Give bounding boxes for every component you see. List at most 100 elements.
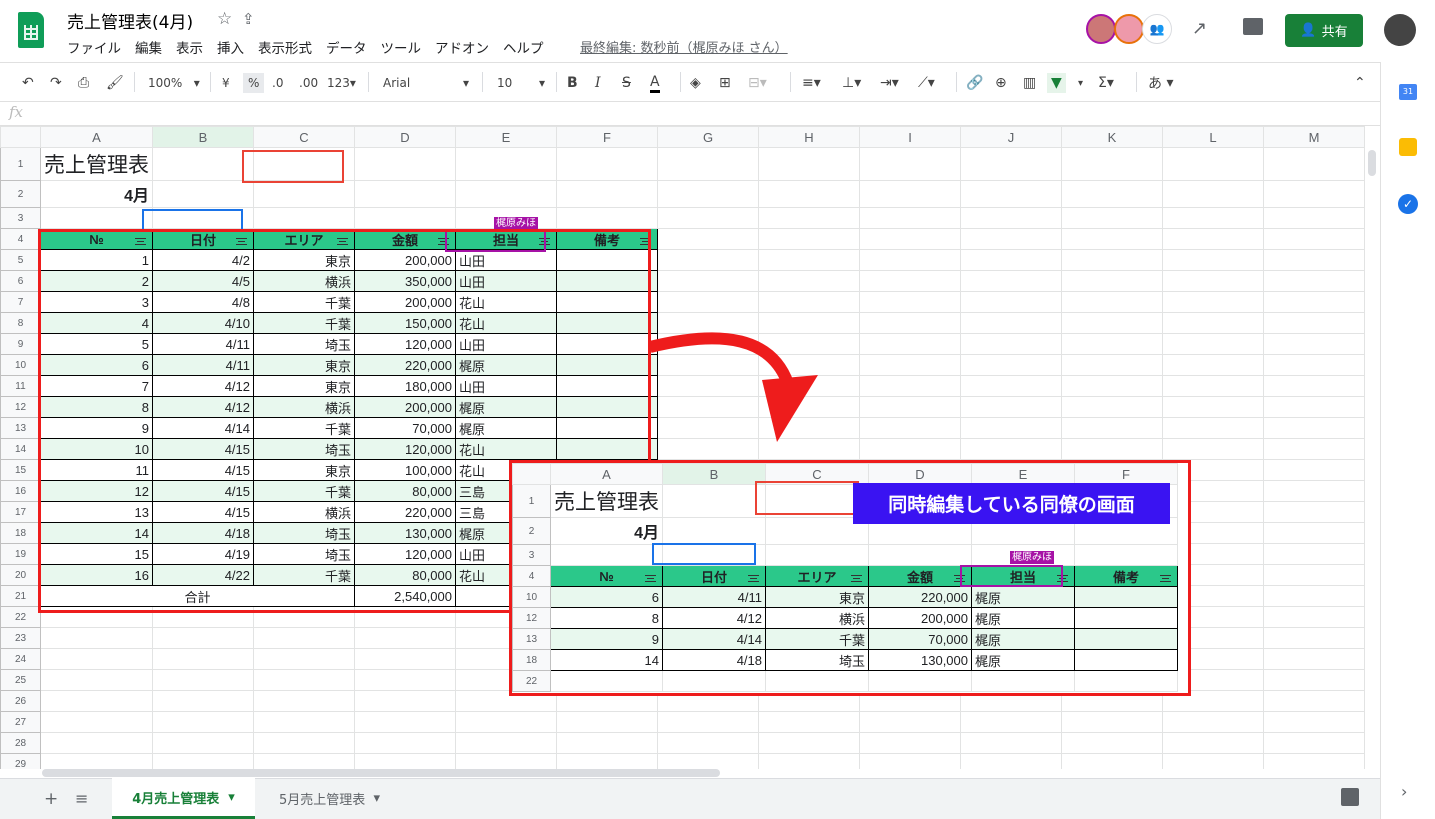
cell[interactable] bbox=[960, 249, 1062, 271]
cell[interactable] bbox=[960, 438, 1062, 460]
cell[interactable] bbox=[253, 753, 355, 769]
cell[interactable] bbox=[758, 207, 860, 229]
undo-icon[interactable]: ↶ bbox=[22, 73, 34, 93]
column-header[interactable]: E bbox=[455, 126, 557, 148]
cell[interactable] bbox=[1263, 711, 1365, 733]
document-title[interactable]: 売上管理表(4月) bbox=[67, 8, 193, 33]
row-header[interactable]: 19 bbox=[0, 543, 41, 565]
filter-icon[interactable]: ▼ bbox=[1047, 73, 1066, 93]
cell[interactable] bbox=[1263, 606, 1365, 628]
row-header[interactable]: 10 bbox=[0, 354, 41, 376]
menu-item[interactable]: ヘルプ bbox=[503, 37, 544, 57]
cell[interactable] bbox=[859, 249, 961, 271]
cell[interactable] bbox=[859, 396, 961, 418]
text-wrap-icon[interactable]: ⇥▾ bbox=[880, 73, 899, 93]
cell[interactable] bbox=[1162, 228, 1264, 250]
row-header[interactable]: 9 bbox=[0, 333, 41, 355]
cell[interactable] bbox=[1263, 180, 1365, 208]
cell[interactable] bbox=[1263, 669, 1365, 691]
cell[interactable] bbox=[657, 249, 759, 271]
vertical-scrollbar[interactable] bbox=[1368, 150, 1376, 176]
cell[interactable] bbox=[354, 669, 456, 691]
cell[interactable] bbox=[1061, 354, 1163, 376]
cell[interactable] bbox=[253, 690, 355, 712]
cell[interactable] bbox=[859, 291, 961, 313]
borders-icon[interactable]: ⊞ bbox=[719, 73, 731, 93]
column-header[interactable]: F bbox=[556, 126, 658, 148]
cell[interactable] bbox=[1061, 375, 1163, 397]
menu-item[interactable]: データ bbox=[326, 37, 367, 57]
cell[interactable] bbox=[253, 711, 355, 733]
cell[interactable] bbox=[1162, 333, 1264, 355]
last-edit-link[interactable]: 最終編集: 数秒前（梶原みほ さん） bbox=[580, 37, 788, 56]
account-avatar[interactable] bbox=[1384, 14, 1416, 46]
cell[interactable] bbox=[1263, 564, 1365, 586]
star-icon[interactable]: ☆ bbox=[217, 9, 232, 29]
cell[interactable] bbox=[1263, 417, 1365, 439]
cell[interactable] bbox=[657, 732, 759, 754]
cell[interactable] bbox=[1162, 207, 1264, 229]
row-header[interactable]: 15 bbox=[0, 459, 41, 481]
cell[interactable] bbox=[152, 180, 254, 208]
row-header[interactable]: 1 bbox=[0, 147, 41, 181]
cell[interactable] bbox=[354, 180, 456, 208]
cell[interactable] bbox=[1061, 228, 1163, 250]
cell[interactable] bbox=[40, 732, 153, 754]
move-to-drive-icon[interactable]: ⇪ bbox=[242, 10, 255, 28]
row-header[interactable]: 8 bbox=[0, 312, 41, 334]
cell[interactable] bbox=[960, 180, 1062, 208]
cell[interactable] bbox=[657, 207, 759, 229]
row-header[interactable]: 7 bbox=[0, 291, 41, 313]
cell[interactable] bbox=[354, 732, 456, 754]
cell[interactable] bbox=[960, 417, 1062, 439]
cell[interactable] bbox=[152, 732, 254, 754]
cell[interactable] bbox=[253, 732, 355, 754]
cell[interactable] bbox=[253, 207, 355, 229]
keep-icon[interactable] bbox=[1399, 138, 1417, 156]
comment-history-icon[interactable] bbox=[1243, 18, 1263, 35]
cell[interactable] bbox=[960, 291, 1062, 313]
column-header[interactable]: D bbox=[354, 126, 456, 148]
cell[interactable] bbox=[1162, 711, 1264, 733]
cell[interactable] bbox=[556, 180, 658, 208]
cell[interactable] bbox=[859, 711, 961, 733]
insert-link-icon[interactable]: 🔗 bbox=[966, 73, 983, 93]
cell[interactable] bbox=[1263, 249, 1365, 271]
column-header[interactable]: L bbox=[1162, 126, 1264, 148]
cell[interactable] bbox=[1263, 207, 1365, 229]
cell[interactable] bbox=[253, 627, 355, 649]
row-header[interactable]: 11 bbox=[0, 375, 41, 397]
row-header[interactable]: 4 bbox=[0, 228, 41, 250]
cell[interactable] bbox=[253, 648, 355, 670]
anonymous-viewers-icon[interactable]: 👥 bbox=[1142, 14, 1172, 44]
row-header[interactable]: 14 bbox=[0, 438, 41, 460]
cell[interactable] bbox=[152, 690, 254, 712]
row-header[interactable]: 29 bbox=[0, 753, 41, 769]
cell[interactable] bbox=[556, 207, 658, 229]
zoom-select[interactable]: 100% ▾ bbox=[148, 73, 200, 93]
cell[interactable] bbox=[1263, 501, 1365, 523]
cell[interactable] bbox=[657, 711, 759, 733]
cell[interactable] bbox=[758, 249, 860, 271]
row-header[interactable]: 25 bbox=[0, 669, 41, 691]
redo-icon[interactable]: ↷ bbox=[50, 73, 62, 93]
cell[interactable] bbox=[758, 147, 860, 181]
font-select[interactable]: Arial ▾ bbox=[383, 73, 469, 93]
cell[interactable] bbox=[455, 180, 557, 208]
cell[interactable] bbox=[960, 312, 1062, 334]
cell[interactable] bbox=[1162, 249, 1264, 271]
cell[interactable] bbox=[859, 147, 961, 181]
cell[interactable] bbox=[1061, 312, 1163, 334]
cell[interactable] bbox=[1061, 711, 1163, 733]
row-header[interactable]: 22 bbox=[0, 606, 41, 628]
cell[interactable] bbox=[657, 180, 759, 208]
column-header[interactable]: M bbox=[1263, 126, 1365, 148]
cell[interactable] bbox=[1162, 732, 1264, 754]
font-size-select[interactable]: 10 ▾ bbox=[497, 73, 545, 93]
sheets-logo-icon[interactable] bbox=[18, 12, 44, 48]
sheet-tab-may[interactable]: 5月売上管理表 ▾ bbox=[262, 778, 397, 819]
increase-decimal-button[interactable]: .00 bbox=[299, 73, 318, 93]
insert-comment-icon[interactable]: ⊕ bbox=[995, 73, 1007, 93]
explore-icon[interactable] bbox=[1341, 788, 1359, 806]
row-header[interactable]: 17 bbox=[0, 501, 41, 523]
